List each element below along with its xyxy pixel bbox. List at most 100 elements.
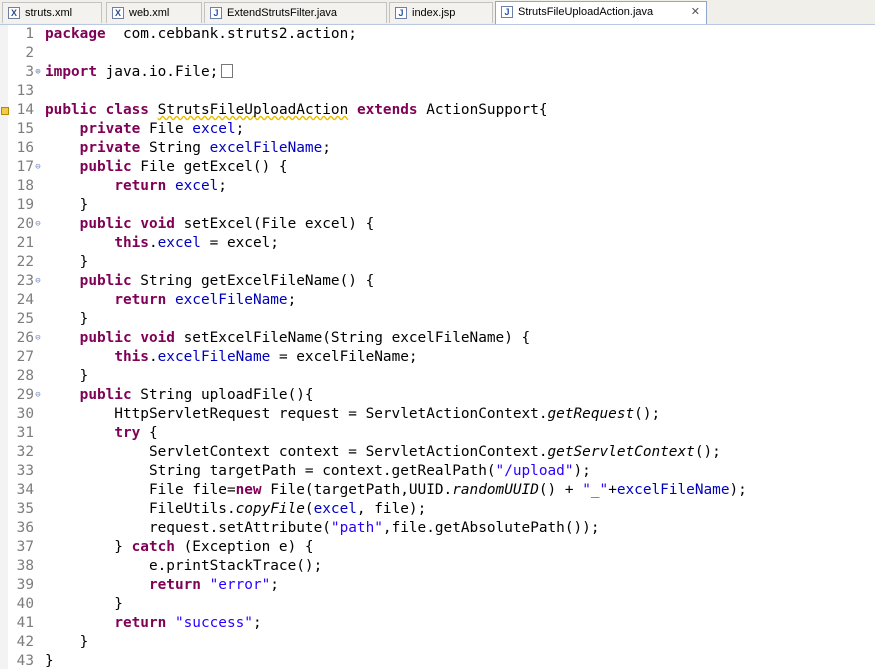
code-line[interactable]: 35 FileUtils.copyFile(excel, file); [0,500,875,519]
code-token: excelFileName [616,482,730,498]
code-line[interactable]: 18 return excel; [0,177,875,196]
code-line[interactable]: 17 ⊖ public File getExcel() { [0,158,875,177]
code-line[interactable]: 42 } [0,633,875,652]
code-token: = excel; [200,235,279,251]
code-line[interactable]: 22 } [0,253,875,272]
code-token: void [140,216,175,232]
warning-marker-icon[interactable] [1,107,9,115]
line-number: 3 [25,64,34,80]
tab-web-xml[interactable]: Xweb.xml [106,2,202,23]
code-line[interactable]: 41 return "success"; [0,614,875,633]
collapse-fold-icon[interactable]: ⊖ [34,334,42,343]
code-token: setExcel(File excel) { [174,216,375,232]
code-token: = excelFileName; [270,349,418,365]
code-token: public [79,159,132,175]
code-text: HttpServletRequest request = ServletActi… [45,405,660,424]
tab-index-jsp[interactable]: Jindex.jsp [389,2,493,23]
code-line[interactable]: 33 String targetPath = context.getRealPa… [0,462,875,481]
code-line[interactable]: 34 File file=new File(targetPath,UUID.ra… [0,481,875,500]
code-token: File file= [45,482,236,498]
code-line[interactable]: 15 private File excel; [0,120,875,139]
line-number: 22 [16,254,34,270]
code-token: ; [322,140,331,156]
code-line[interactable]: 26 ⊖ public void setExcelFileName(String … [0,329,875,348]
code-line[interactable]: 24 return excelFileName; [0,291,875,310]
code-line[interactable]: 20 ⊖ public void setExcel(File excel) { [0,215,875,234]
code-token: getRequest [547,406,635,422]
code-token: excel [313,501,357,517]
line-number: 36 [16,520,34,536]
close-tab-icon[interactable]: ✕ [691,2,700,22]
code-text: } [45,367,89,386]
code-token: "path" [330,520,383,536]
line-number: 19 [16,197,34,213]
collapse-fold-icon[interactable]: ⊖ [34,220,42,229]
collapse-fold-icon[interactable]: ⊖ [34,391,42,400]
code-line[interactable]: 23 ⊖ public String getExcelFileName() { [0,272,875,291]
code-token: excelFileName [174,292,288,308]
line-number: 21 [16,235,34,251]
code-token: (); [694,444,721,460]
code-text: request.setAttribute("path",file.getAbso… [45,519,600,538]
code-line[interactable]: 13 [0,82,875,101]
code-line[interactable]: 1 package com.cebbank.struts2.action; [0,25,875,44]
code-text: String targetPath = context.getRealPath(… [45,462,591,481]
tab-strutsfileuploadaction-java[interactable]: J StrutsFileUploadAction.java ✕ [495,1,707,24]
code-line[interactable]: 16 private String excelFileName; [0,139,875,158]
code-line[interactable]: 36 request.setAttribute("path",file.getA… [0,519,875,538]
line-number: 30 [16,406,34,422]
code-token: ( [304,501,314,517]
expand-fold-icon[interactable]: ⊕ [34,68,42,77]
code-token: public [45,102,97,118]
code-line[interactable]: 27 this.excelFileName = excelFileName; [0,348,875,367]
code-line[interactable]: 28 } [0,367,875,386]
code-token: File [140,121,193,137]
code-line[interactable]: 29 ⊖ public String uploadFile(){ [0,386,875,405]
code-line[interactable]: 32 ServletContext context = ServletActio… [0,443,875,462]
code-line[interactable]: 43} [0,652,875,671]
tab-extendstrutsfilter-java[interactable]: J ExtendStrutsFilter.java [204,2,387,23]
tab-struts-xml[interactable]: Xstruts.xml [2,2,102,23]
code-line[interactable]: 39 return "error"; [0,576,875,595]
code-line[interactable]: 31 try { [0,424,875,443]
tab-label: ExtendStrutsFilter.java [227,7,338,19]
code-text: public void setExcel(File excel) { [45,215,375,234]
code-line[interactable]: 21 this.excel = excel; [0,234,875,253]
code-token: copyFile [235,501,305,517]
code-line[interactable]: 40 } [0,595,875,614]
code-text: } [45,253,89,272]
code-token: (Exception e) { [174,539,314,555]
code-token: File getExcel() { [131,159,288,175]
code-line[interactable]: 37 } catch (Exception e) { [0,538,875,557]
collapse-fold-icon[interactable]: ⊖ [34,163,42,172]
tab-label: struts.xml [25,7,73,19]
code-line[interactable]: 2 [0,44,875,63]
code-line[interactable]: 19 } [0,196,875,215]
code-line[interactable]: 3 ⊕ import java.io.File; [0,63,875,82]
code-token: excel [157,235,201,251]
code-token: String uploadFile(){ [131,387,314,403]
code-line[interactable]: 25 } [0,310,875,329]
editor-tab-bar: Xstruts.xml Xweb.xml J ExtendStrutsFilter.j… [0,0,875,25]
collapsed-imports-icon[interactable] [221,64,234,78]
code-token: excelFileName [157,349,271,365]
code-line[interactable]: 38 e.printStackTrace(); [0,557,875,576]
collapse-fold-icon[interactable]: ⊖ [34,277,42,286]
code-line[interactable]: 14 public class StrutsFileUploadAction ex… [0,101,875,120]
code-token: { [140,425,158,441]
line-number: 40 [16,596,34,612]
java-code-editor[interactable]: 1 package com.cebbank.struts2.action; 2 3 ⊕ i… [0,25,875,669]
code-line[interactable]: 30 HttpServletRequest request = ServletA… [0,405,875,424]
code-token: void [140,330,175,346]
line-number: 31 [16,425,34,441]
code-token: randomUUID [452,482,539,498]
